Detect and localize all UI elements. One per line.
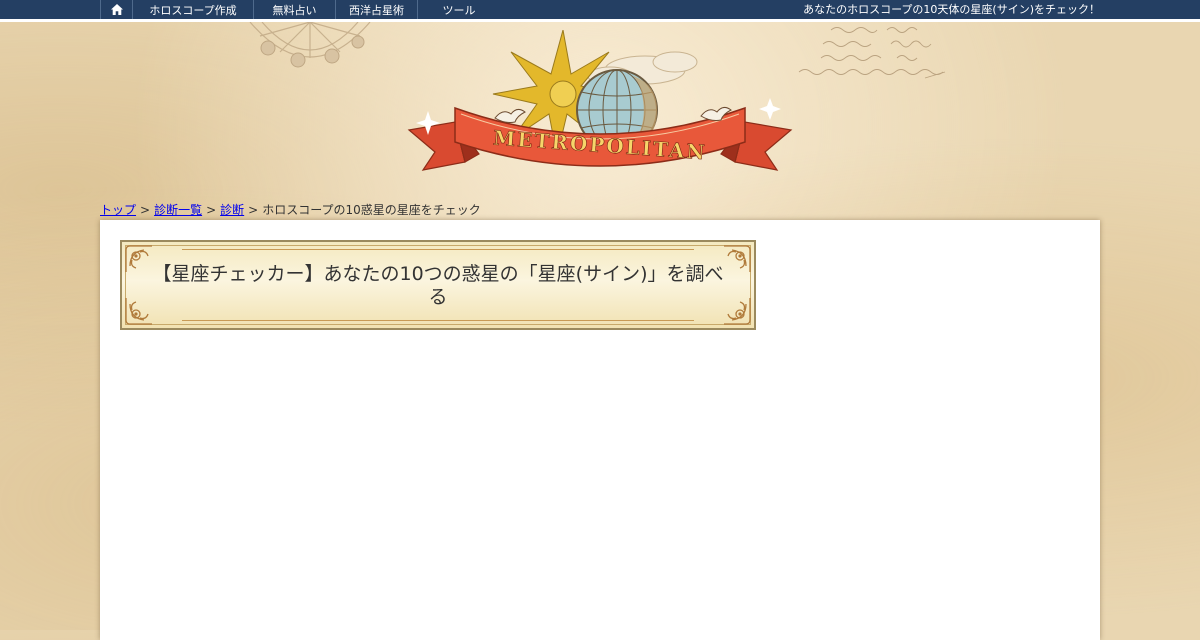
nav-item-horoscope[interactable]: ホロスコープ作成: [132, 0, 253, 19]
main-content-panel: 【星座チェッカー】あなたの10つの惑星の「星座(サイン)」を調べる: [100, 220, 1100, 640]
breadcrumb-link-top[interactable]: トップ: [100, 203, 136, 217]
breadcrumb-link-diagnosis[interactable]: 診断: [220, 203, 244, 217]
nav-item-tools[interactable]: ツール: [417, 0, 500, 19]
frame-edge-line: [182, 249, 694, 250]
header-tagline: あなたのホロスコープの10天体の星座(サイン)をチェック！: [803, 3, 1100, 16]
title-frame: 【星座チェッカー】あなたの10つの惑星の「星座(サイン)」を調べる: [120, 240, 756, 330]
metropolitan-logo: METROPOLITAN: [407, 30, 793, 171]
top-nav: ホロスコープ作成 無料占い 西洋占星術 ツール: [100, 0, 500, 19]
breadcrumb-separator: >: [140, 203, 151, 217]
ferris-wheel-decoration: [249, 22, 371, 68]
home-icon: [110, 4, 123, 15]
breadcrumb-separator: >: [206, 203, 217, 217]
breadcrumb: トップ > 診断一覧 > 診断 > ホロスコープの10惑星の星座をチェック: [100, 202, 481, 218]
nav-item-astrology[interactable]: 西洋占星術: [335, 0, 417, 19]
breadcrumb-current: ホロスコープの10惑星の星座をチェック: [262, 203, 481, 217]
nav-home-button[interactable]: [100, 0, 132, 19]
page-title: 【星座チェッカー】あなたの10つの惑星の「星座(サイン)」を調べる: [152, 263, 724, 308]
ornament-corner-icon: [724, 245, 751, 272]
script-decoration: [798, 27, 946, 79]
top-nav-bar: ホロスコープ作成 無料占い 西洋占星術 ツール あなたのホロスコープの10天体の…: [0, 0, 1200, 22]
ornament-corner-icon: [125, 245, 152, 272]
breadcrumb-separator: >: [248, 203, 259, 217]
ornament-corner-icon: [125, 298, 152, 325]
breadcrumb-link-diagnosis-list[interactable]: 診断一覧: [154, 203, 202, 217]
frame-edge-line: [182, 320, 694, 321]
ornament-corner-icon: [724, 298, 751, 325]
nav-item-free-fortune[interactable]: 無料占い: [253, 0, 335, 19]
